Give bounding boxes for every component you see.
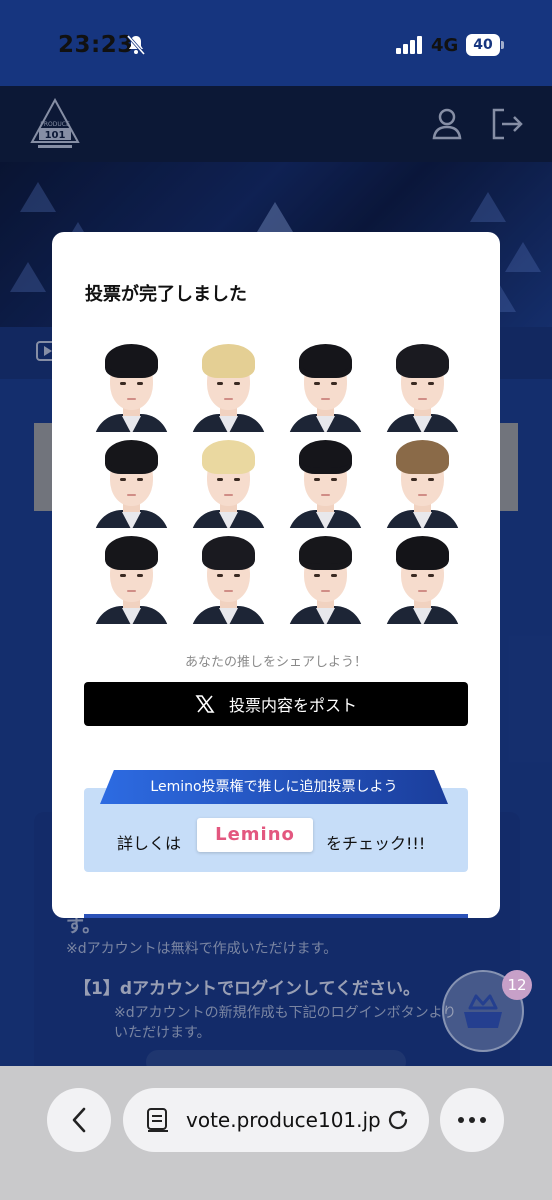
- battery-tip: [501, 41, 504, 49]
- trainee-photo: [284, 342, 367, 432]
- back-button[interactable]: [47, 1088, 111, 1152]
- trainee-photo: [90, 534, 173, 624]
- trainee-photo: [187, 534, 270, 624]
- network-type: 4G: [431, 35, 459, 56]
- trainee-photo: [284, 438, 367, 528]
- share-prompt: あなたの推しをシェアしよう！: [184, 655, 367, 670]
- signal-icon: [396, 36, 422, 54]
- x-logo-icon: [195, 695, 215, 713]
- vote-count-badge: 12: [502, 970, 532, 1000]
- battery-indicator: 40: [466, 34, 500, 56]
- crown-basket-icon: [464, 994, 502, 1028]
- modal-title: 投票が完了しました: [85, 284, 247, 305]
- vote-complete-modal: 投票が完了しました あなたの推しをシェアしよう！ 投票内容をポスト Lemino…: [52, 232, 500, 918]
- voted-trainees-grid: [90, 342, 466, 624]
- trainee-photo: [90, 438, 173, 528]
- trainee-photo: [381, 342, 464, 432]
- trainee-photo: [187, 342, 270, 432]
- trainee-photo: [90, 342, 173, 432]
- url-text[interactable]: vote.produce101.jp: [186, 1108, 381, 1132]
- status-time: 23:23: [58, 32, 134, 58]
- chevron-left-icon: [72, 1107, 86, 1133]
- trainee-photo: [381, 438, 464, 528]
- ellipsis-icon: [458, 1117, 486, 1123]
- lemino-ribbon: Lemino投票権で推しに追加投票しよう: [100, 770, 448, 804]
- post-button-label: 投票内容をポスト: [228, 696, 357, 715]
- modal-bottom-edge: [84, 914, 468, 918]
- lemino-pre-text: 詳しくは: [117, 834, 182, 853]
- lemino-post-text: をチェック!!!: [326, 834, 426, 853]
- post-to-x-button[interactable]: 投票内容をポスト: [84, 682, 468, 726]
- more-options-button[interactable]: [440, 1088, 504, 1152]
- lemino-logo-button[interactable]: Lemino: [197, 818, 313, 852]
- page-menu-icon[interactable]: [146, 1107, 170, 1133]
- reload-icon[interactable]: [385, 1107, 411, 1133]
- bell-muted-icon: [126, 35, 146, 55]
- trainee-photo: [381, 534, 464, 624]
- trainee-photo: [187, 438, 270, 528]
- trainee-photo: [284, 534, 367, 624]
